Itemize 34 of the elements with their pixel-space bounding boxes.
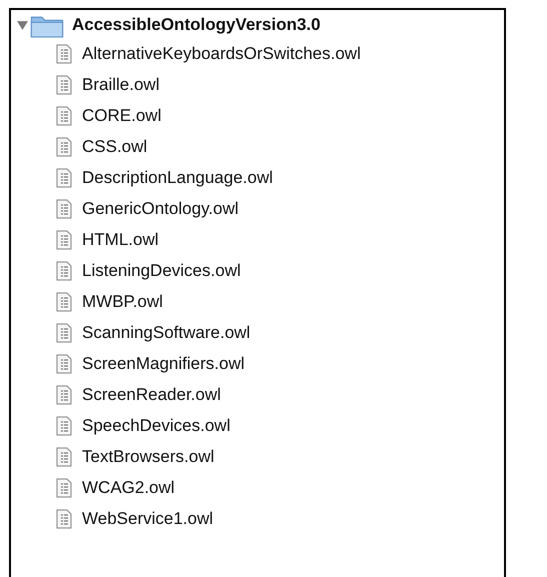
file-name[interactable]: Braille.owl [82,74,160,94]
document-icon [56,416,72,436]
file-name[interactable]: ScreenReader.owl [82,384,221,404]
document-icon [56,322,72,342]
document-icon [56,446,72,466]
file-name[interactable]: WCAG2.owl [82,478,175,498]
file-name[interactable]: ScanningSoftware.owl [82,322,250,342]
document-icon [56,508,72,528]
disclosure-triangle-icon[interactable] [17,20,28,30]
document-icon [56,106,72,126]
document-icon [56,44,72,64]
file-name[interactable]: ScreenMagnifiers.owl [82,354,245,374]
file-name[interactable]: SpeechDevices.owl [82,416,230,436]
document-icon [56,198,72,218]
file-name[interactable]: HTML.owl [82,230,159,250]
file-name[interactable]: AlternativeKeyboardsOrSwitches.owl [82,44,361,64]
file-name[interactable]: ListeningDevices.owl [82,260,241,280]
file-name[interactable]: WebService1.owl [82,508,214,528]
file-name[interactable]: MWBP.owl [82,292,163,312]
document-icon [56,354,72,374]
document-icon [56,168,72,188]
document-icon [56,292,72,312]
document-icon [56,74,72,94]
file-name[interactable]: CSS.owl [82,136,148,156]
file-name[interactable]: GenericOntology.owl [82,198,239,218]
file-name[interactable]: TextBrowsers.owl [82,446,214,466]
document-icon [56,478,72,498]
file-name[interactable]: CORE.owl [82,106,162,126]
document-icon [56,230,72,250]
folder-name[interactable]: AccessibleOntologyVersion3.0 [72,15,320,35]
document-icon [56,136,72,156]
document-icon [56,260,72,280]
file-name[interactable]: DescriptionLanguage.owl [82,168,273,188]
document-icon [56,384,72,404]
